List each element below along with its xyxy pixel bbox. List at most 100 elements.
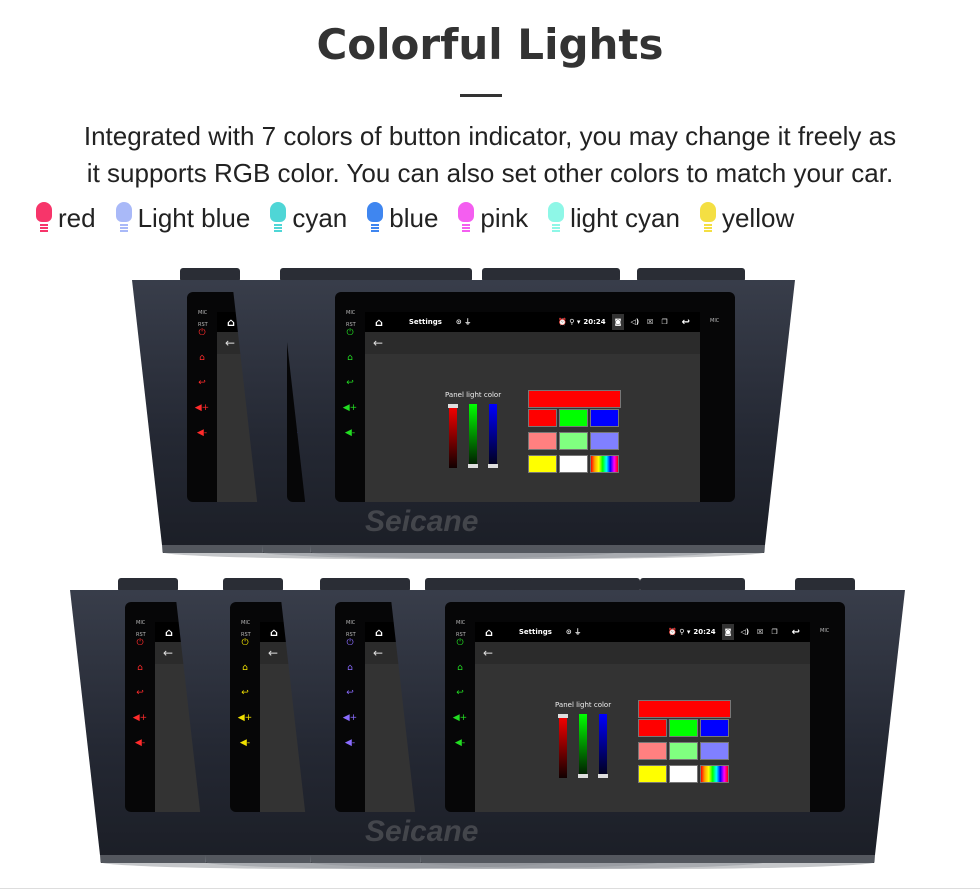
- light-bulb-icon: [458, 202, 475, 234]
- back-icon[interactable]: ↩: [337, 378, 363, 388]
- slider-knob[interactable]: [558, 714, 568, 718]
- volume-down-icon[interactable]: ◀-: [337, 738, 363, 748]
- color-swatch[interactable]: [559, 432, 588, 450]
- volume-up-icon[interactable]: ◀+: [189, 403, 215, 413]
- mic-label-right: MIC: [820, 628, 830, 634]
- recent-apps-icon[interactable]: ❐: [771, 628, 777, 636]
- volume-up-icon[interactable]: ◀+: [127, 713, 153, 723]
- color-swatch[interactable]: [528, 432, 557, 450]
- color-swatch[interactable]: [590, 409, 619, 427]
- power-icon[interactable]: ⏻: [127, 638, 153, 648]
- color-swatch[interactable]: [700, 719, 729, 737]
- volume-up-icon[interactable]: ◀+: [447, 713, 473, 723]
- power-icon[interactable]: ⏻: [337, 328, 363, 338]
- color-swatch[interactable]: [590, 455, 619, 473]
- home-icon[interactable]: ⌂: [375, 316, 383, 329]
- close-icon[interactable]: ☒: [757, 628, 763, 636]
- power-icon[interactable]: ⏻: [232, 638, 258, 648]
- legend-label: yellow: [721, 202, 795, 233]
- home-icon[interactable]: ⌂: [337, 663, 363, 673]
- color-swatch[interactable]: [590, 432, 619, 450]
- camera-icon[interactable]: ◙: [721, 624, 735, 640]
- blue-slider[interactable]: [488, 404, 498, 468]
- power-icon[interactable]: ⏻: [189, 328, 215, 338]
- arrow-left-icon[interactable]: ←: [268, 646, 278, 660]
- bottom-divider: [0, 888, 980, 889]
- green-slider[interactable]: [468, 404, 478, 468]
- arrow-left-icon[interactable]: ←: [373, 336, 383, 350]
- head-unit-device: MIC RST MIC ⏻⌂↩◀+◀- ⌂ Settings ⊙ ⏚ ⏰ ⚲ ▾…: [280, 268, 795, 559]
- watermark-logo: Seicane: [365, 815, 479, 848]
- light-bulb-icon: [270, 202, 287, 234]
- color-swatch[interactable]: [669, 719, 698, 737]
- color-swatch[interactable]: [559, 455, 588, 473]
- home-icon[interactable]: ⌂: [232, 663, 258, 673]
- slider-knob[interactable]: [598, 774, 608, 778]
- red-slider[interactable]: [448, 404, 458, 468]
- volume-down-icon[interactable]: ◀-: [189, 428, 215, 438]
- volume-down-icon[interactable]: ◀-: [232, 738, 258, 748]
- color-swatch[interactable]: [528, 390, 621, 408]
- power-icon[interactable]: ⏻: [447, 638, 473, 648]
- back-icon[interactable]: ↩: [447, 688, 473, 698]
- volume-down-icon[interactable]: ◀-: [447, 738, 473, 748]
- color-swatch[interactable]: [638, 719, 667, 737]
- recent-apps-icon[interactable]: ❐: [661, 318, 667, 326]
- color-swatch[interactable]: [559, 409, 588, 427]
- color-swatch[interactable]: [528, 409, 557, 427]
- screen: ⌂ Settings ⊙ ⏚ ⏰ ⚲ ▾ 20:24 ◙ ◁) ☒ ❐ ↩ ← …: [365, 312, 700, 502]
- slider-knob[interactable]: [578, 774, 588, 778]
- power-icon[interactable]: ⏻: [337, 638, 363, 648]
- camera-icon[interactable]: ◙: [611, 314, 625, 330]
- home-icon[interactable]: ⌂: [189, 353, 215, 363]
- light-bulb-icon: [367, 202, 384, 234]
- slider-knob[interactable]: [448, 404, 458, 408]
- back-icon[interactable]: ↩: [682, 317, 690, 328]
- light-bulb-icon: [36, 202, 52, 234]
- back-icon[interactable]: ↩: [127, 688, 153, 698]
- slider-knob[interactable]: [488, 464, 498, 468]
- panel-light-label: Panel light color: [445, 391, 502, 399]
- legend-item: red: [36, 202, 96, 234]
- legend-item: blue: [367, 202, 438, 234]
- volume-icon[interactable]: ◁): [740, 628, 749, 636]
- volume-up-icon[interactable]: ◀+: [337, 713, 363, 723]
- back-icon[interactable]: ↩: [189, 378, 215, 388]
- slider-knob[interactable]: [468, 464, 478, 468]
- color-swatch[interactable]: [638, 742, 667, 760]
- home-icon[interactable]: ⌂: [165, 626, 173, 639]
- close-icon[interactable]: ☒: [647, 318, 653, 326]
- home-icon[interactable]: ⌂: [270, 626, 278, 639]
- volume-down-icon[interactable]: ◀-: [337, 428, 363, 438]
- red-slider[interactable]: [558, 714, 568, 778]
- volume-up-icon[interactable]: ◀+: [232, 713, 258, 723]
- arrow-left-icon[interactable]: ←: [163, 646, 173, 660]
- color-swatch[interactable]: [638, 700, 731, 718]
- mount-tab: [795, 578, 855, 592]
- color-swatch[interactable]: [700, 765, 729, 783]
- mount-tab: [530, 268, 620, 282]
- legend-label: red: [58, 202, 96, 233]
- home-icon[interactable]: ⌂: [447, 663, 473, 673]
- color-swatch[interactable]: [638, 765, 667, 783]
- color-swatch[interactable]: [669, 742, 698, 760]
- volume-up-icon[interactable]: ◀+: [337, 403, 363, 413]
- back-icon[interactable]: ↩: [337, 688, 363, 698]
- color-swatch[interactable]: [669, 765, 698, 783]
- back-icon[interactable]: ↩: [232, 688, 258, 698]
- arrow-left-icon[interactable]: ←: [483, 646, 493, 660]
- home-icon[interactable]: ⌂: [337, 353, 363, 363]
- mic-label: MIC: [346, 310, 356, 316]
- color-swatch[interactable]: [700, 742, 729, 760]
- volume-down-icon[interactable]: ◀-: [127, 738, 153, 748]
- home-icon[interactable]: ⌂: [485, 626, 493, 639]
- nav-bar: ←: [475, 642, 810, 664]
- green-slider[interactable]: [578, 714, 588, 778]
- arrow-left-icon[interactable]: ←: [373, 646, 383, 660]
- back-icon[interactable]: ↩: [792, 627, 800, 638]
- blue-slider[interactable]: [598, 714, 608, 778]
- home-icon[interactable]: ⌂: [127, 663, 153, 673]
- color-swatch[interactable]: [528, 455, 557, 473]
- volume-icon[interactable]: ◁): [630, 318, 639, 326]
- home-icon[interactable]: ⌂: [375, 626, 383, 639]
